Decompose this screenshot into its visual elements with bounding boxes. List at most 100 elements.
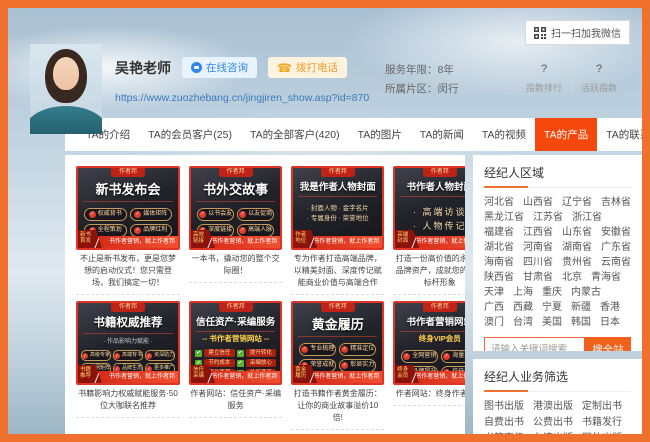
region-link[interactable]: 安徽省 xyxy=(601,225,631,240)
search-button[interactable]: 搜全站 xyxy=(585,337,631,351)
business-link[interactable]: 台湾出版 xyxy=(533,431,573,434)
product-title: 新书发布会 xyxy=(83,179,173,202)
badge-label: 海量搜索 xyxy=(452,352,465,361)
region-link[interactable]: 河南省 xyxy=(523,240,553,255)
check-icon: ✓ xyxy=(134,211,141,218)
search-input[interactable] xyxy=(484,337,585,351)
stat-1: ?活跃指数 xyxy=(571,63,626,94)
region-link[interactable]: 澳门 xyxy=(484,315,504,330)
tab-5[interactable]: TA的视频 xyxy=(473,118,535,151)
region-row: 福建省江西省山东省安徽省 xyxy=(484,225,631,240)
business-link[interactable]: 图书出版 xyxy=(484,399,524,415)
region-link[interactable]: 福建省 xyxy=(484,225,514,240)
tab-2[interactable]: TA的全部客户(420) xyxy=(241,118,349,151)
region-link[interactable]: 黑龙江省 xyxy=(484,210,524,225)
product-thumb[interactable]: 作者邦信任资产·采编服务-- 书作者营销网站 --✔建立信任✔提升转化✔节约成本… xyxy=(189,301,282,385)
region-link[interactable]: 韩国 xyxy=(571,315,591,330)
product-thumb[interactable]: 作者邦书作者人物封面· 高端访谈· 人物传记书作者营销，就上作者邦高端封面 xyxy=(393,166,465,250)
region-link[interactable]: 天津 xyxy=(484,285,504,300)
product-thumb[interactable]: 作者邦书籍权威推荐· 作品影响力赋能 ·✓高级专家✓高端背书✓资深助力✓全网矩阵… xyxy=(76,301,180,385)
region-link[interactable]: 广东省 xyxy=(601,240,631,255)
tab-4[interactable]: TA的新闻 xyxy=(411,118,473,151)
tab-7[interactable]: TA的联系方式 xyxy=(597,118,642,151)
check-icon: ✓ xyxy=(114,353,120,359)
region-link[interactable]: 日本 xyxy=(600,315,620,330)
index-stats: ?指数排行?活跃指数 xyxy=(517,63,626,94)
region-link[interactable]: 山东省 xyxy=(562,225,592,240)
avatar-body xyxy=(30,106,102,134)
region-link[interactable]: 海南省 xyxy=(484,255,514,270)
corner-badge-line: 采编 xyxy=(193,373,215,379)
stat-0: ?指数排行 xyxy=(517,63,571,94)
corner-badge-line: 链接 xyxy=(193,238,215,244)
business-link[interactable]: 定制出书 xyxy=(582,399,622,415)
badge-label: 以书会友 xyxy=(208,210,232,219)
region-link[interactable]: 台湾 xyxy=(513,315,533,330)
business-link[interactable]: 书籍宣传 xyxy=(484,431,524,434)
region-link[interactable]: 江苏省 xyxy=(533,210,563,225)
badge-label: 彰显实力 xyxy=(350,361,374,370)
tab-1[interactable]: TA的会员客户(25) xyxy=(139,118,241,151)
tab-6[interactable]: TA的产品 xyxy=(535,118,597,151)
product-title: 书作者营销网站 xyxy=(400,314,465,332)
business-link[interactable]: 自费出书 xyxy=(484,415,524,431)
badge-label: 专业梳理 xyxy=(310,345,334,354)
business-link[interactable]: 书籍发行 xyxy=(582,415,622,431)
region-link[interactable]: 甘肃省 xyxy=(523,270,553,285)
region-link[interactable]: 四川省 xyxy=(523,255,553,270)
badge-label: 高端人脉 xyxy=(248,226,272,235)
region-link[interactable]: 重庆 xyxy=(542,285,562,300)
online-chat-label: 在线咨询 xyxy=(206,60,248,75)
product-subtitle: 终身VIP会员 xyxy=(395,333,465,344)
online-chat-button[interactable]: 在线咨询 xyxy=(182,57,257,78)
region-link[interactable]: 吉林省 xyxy=(601,195,631,210)
badge-label: 深度链接 xyxy=(208,226,232,235)
business-link[interactable]: 港澳出版 xyxy=(533,399,573,415)
business-link[interactable]: 国外出版 xyxy=(582,431,622,434)
product-thumb[interactable]: 作者邦我是作者人物封面· 封面人物 · 金字名片· 专属身份 · 荣誉地位书作者… xyxy=(291,166,384,250)
product-thumb[interactable]: 作者邦书作者营销网站终身VIP会员✓全网营销✓海量搜索✓品牌提升✓信任获取书作者… xyxy=(393,301,465,385)
region-link[interactable]: 浙江省 xyxy=(572,210,602,225)
profile-url-link[interactable]: https://www.zuozhebang.cn/jingjiren_show… xyxy=(115,92,369,104)
region-link[interactable]: 内蒙古 xyxy=(571,285,601,300)
bullet-item: · 高端访谈 xyxy=(395,205,465,219)
brand-ribbon: 作者邦 xyxy=(219,303,253,312)
region-link[interactable]: 湖北省 xyxy=(484,240,514,255)
product-caption: 专为作者打造高端品牌，以精美封面、深度传记赋能商业价值与高端合作 xyxy=(291,250,384,295)
product-thumb[interactable]: 作者邦书外交故事✓以书会友✓以友促商✓深度链接✓高端人脉书作者营销，就上作者邦高… xyxy=(189,166,282,250)
brand-ribbon: 作者邦 xyxy=(423,168,457,177)
region-link[interactable]: 香港 xyxy=(600,300,620,315)
region-link[interactable]: 西藏 xyxy=(513,300,533,315)
region-link[interactable]: 新疆 xyxy=(571,300,591,315)
region-link[interactable]: 北京 xyxy=(562,270,582,285)
region-link[interactable]: 江西省 xyxy=(523,225,553,240)
check-icon: ✔ xyxy=(195,350,202,357)
region-link[interactable]: 宁夏 xyxy=(542,300,562,315)
region-link[interactable]: 广西 xyxy=(484,300,504,315)
wechat-qr-button[interactable]: 扫一扫加我微信 xyxy=(525,20,630,45)
region-link[interactable]: 陕西省 xyxy=(484,270,514,285)
region-link[interactable]: 山西省 xyxy=(523,195,553,210)
region-list: 河北省山西省辽宁省吉林省黑龙江省江苏省浙江省福建省江西省山东省安徽省湖北省河南省… xyxy=(484,195,631,330)
badge-pill: ✓媒体矩阵 xyxy=(130,208,173,221)
product-title: 书作者人物封面 xyxy=(400,179,465,197)
region-link[interactable]: 美国 xyxy=(542,315,562,330)
product-thumb[interactable]: 作者邦黄金履历✓专业梳理✓精准定位✓荣誉成就✓彰显实力书作者营销，就上作者邦黄金… xyxy=(291,301,384,385)
product-thumb[interactable]: 作者邦新书发布会✓权威背书✓媒体矩阵✓全程策划✓品牌红利书作者营销，就上作者邦新… xyxy=(76,166,180,250)
region-link[interactable]: 上海 xyxy=(513,285,533,300)
region-link[interactable]: 湖南省 xyxy=(562,240,592,255)
region-link[interactable]: 辽宁省 xyxy=(562,195,592,210)
call-phone-button[interactable]: ☎ 拨打电话 xyxy=(268,57,347,78)
district: 所属片区：闵行 xyxy=(385,80,459,99)
check-icon: ✓ xyxy=(82,353,88,359)
region-link[interactable]: 云南省 xyxy=(601,255,631,270)
qr-code-icon xyxy=(534,27,546,39)
region-link[interactable]: 贵州省 xyxy=(562,255,592,270)
brand-ribbon: 作者邦 xyxy=(219,168,253,177)
product-caption: 一本书，撬动您的整个交际圈！ xyxy=(189,250,282,283)
tab-3[interactable]: TA的图片 xyxy=(349,118,411,151)
region-link[interactable]: 河北省 xyxy=(484,195,514,210)
region-link[interactable]: 青海省 xyxy=(591,270,621,285)
product-card-3: 作者邦书作者人物封面· 高端访谈· 人物传记书作者营销，就上作者邦高端封面打造一… xyxy=(393,166,465,295)
business-link[interactable]: 公费出书 xyxy=(533,415,573,431)
